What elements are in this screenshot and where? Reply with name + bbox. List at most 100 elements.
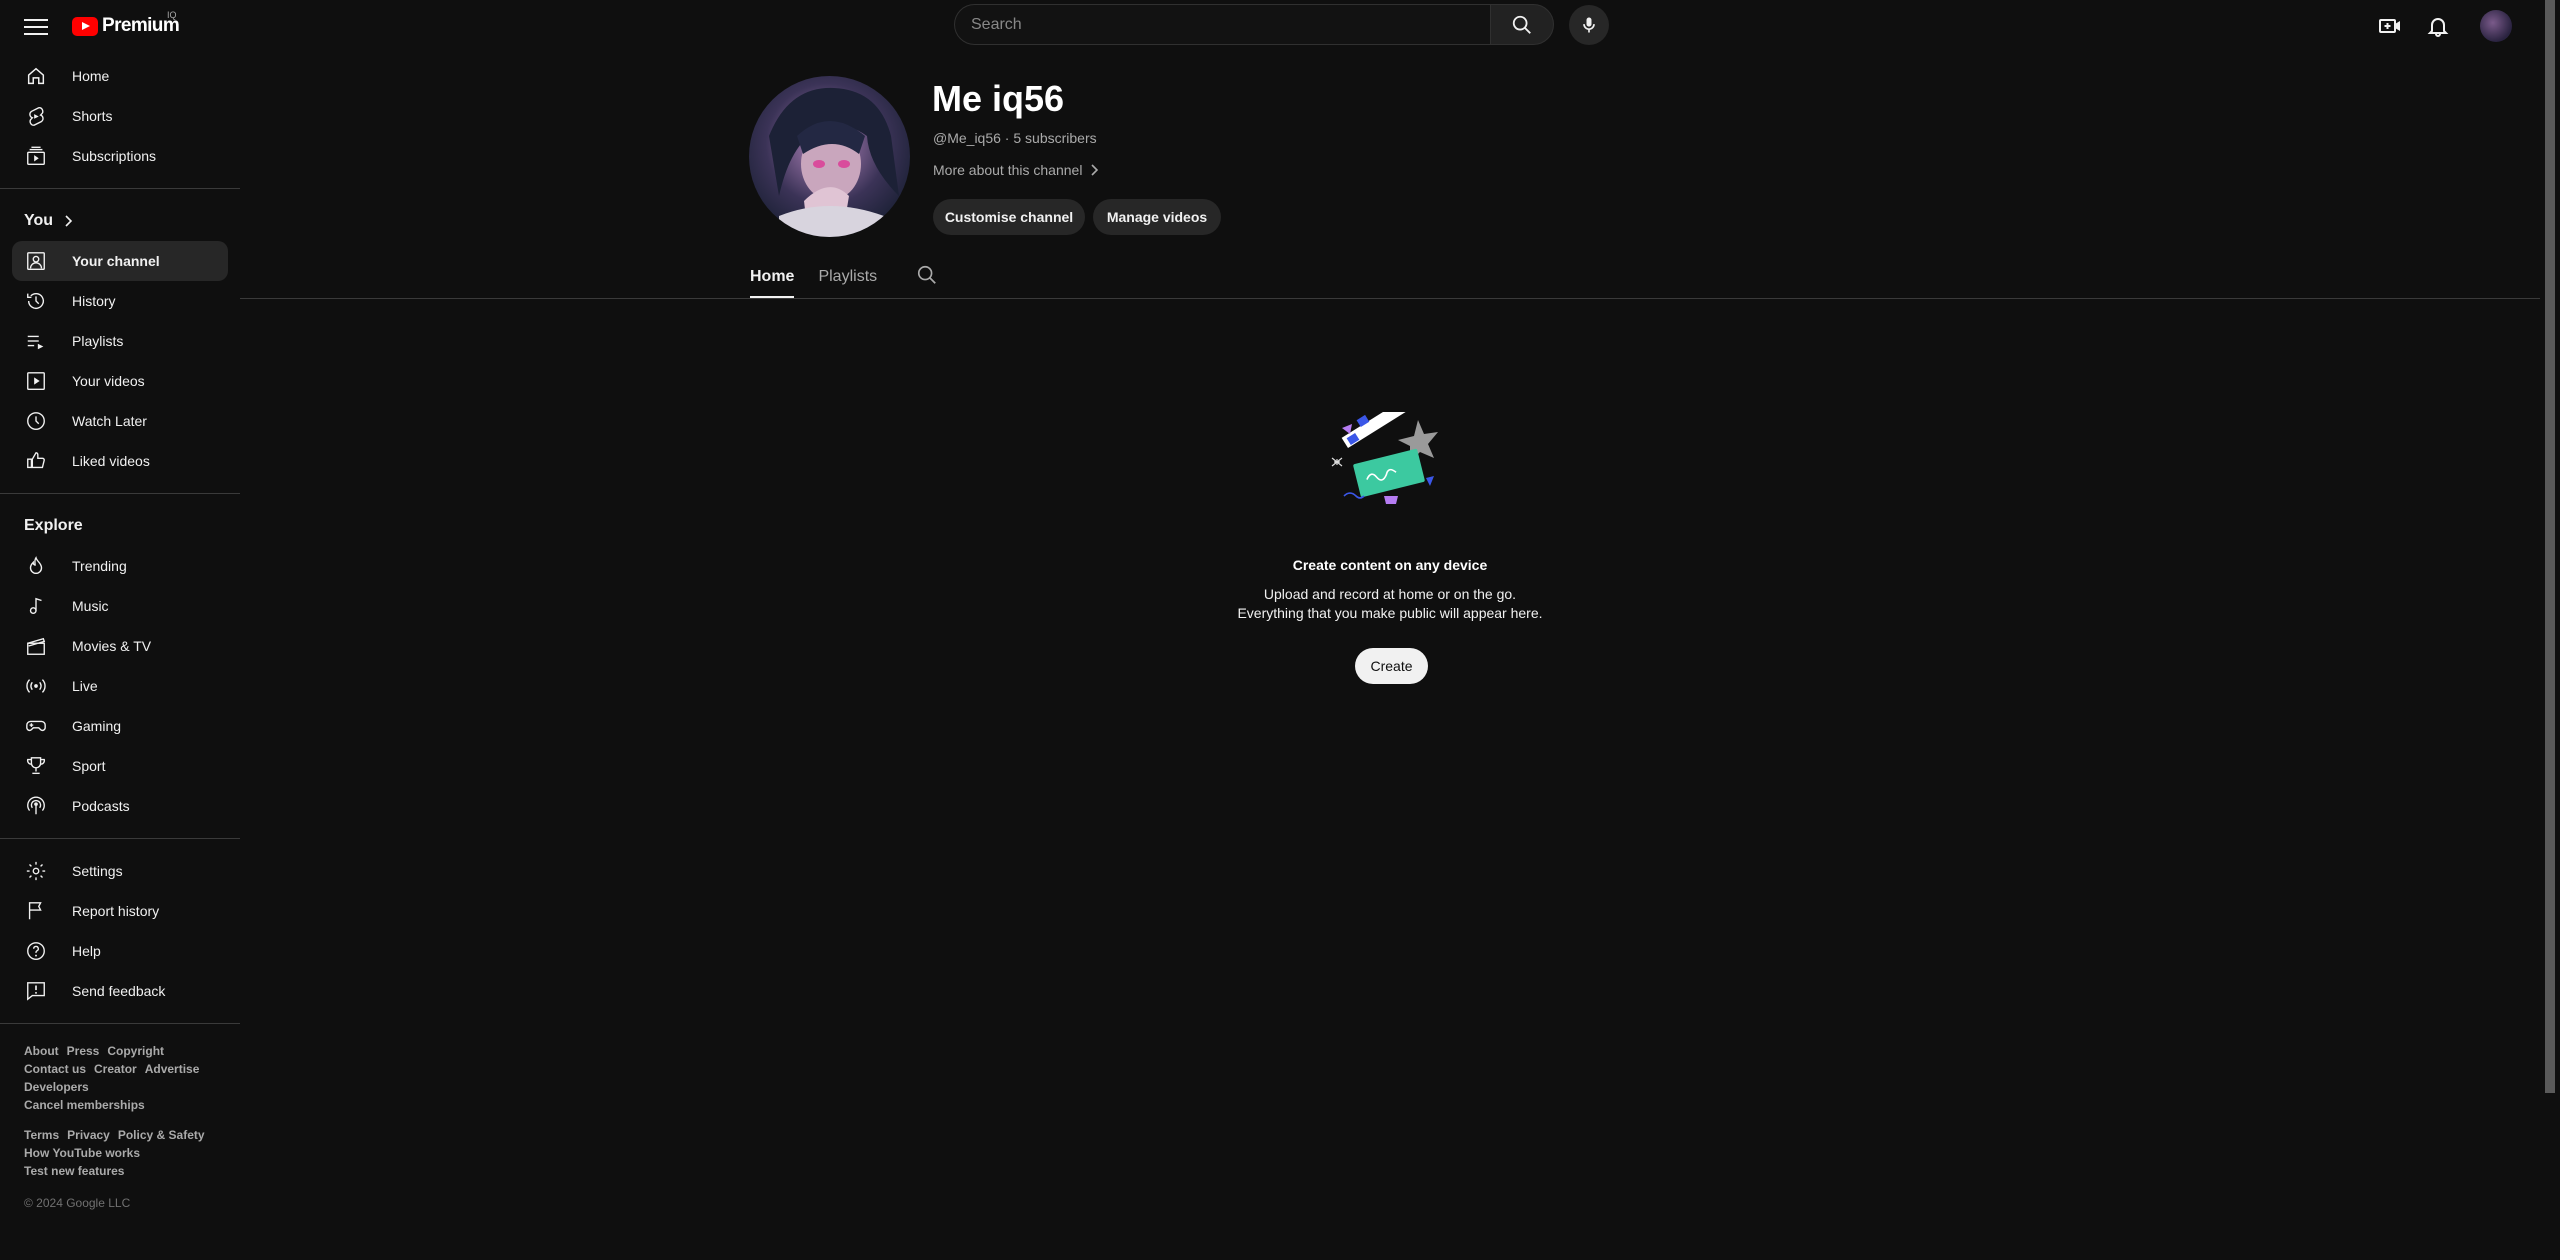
empty-state-description: Upload and record at home or on the go. … <box>1130 585 1650 623</box>
create-video-button[interactable] <box>2373 9 2407 43</box>
sidebar-item-label: Gaming <box>72 718 122 734</box>
playlists-icon <box>24 329 48 353</box>
sidebar-item-music[interactable]: Music <box>12 586 228 626</box>
movies-icon <box>24 634 48 658</box>
trophy-icon <box>24 754 48 778</box>
footer-link[interactable]: How YouTube works <box>24 1144 140 1162</box>
logo-country-code: IQ <box>167 10 177 20</box>
sidebar-item-label: Live <box>72 678 98 694</box>
sidebar-item-label: Podcasts <box>72 798 130 814</box>
sidebar-item-report-history[interactable]: Report history <box>12 891 228 931</box>
customise-channel-button[interactable]: Customise channel <box>933 199 1085 235</box>
sidebar-divider <box>0 838 240 839</box>
footer-link[interactable]: Copyright <box>107 1042 164 1060</box>
sidebar-divider <box>0 1023 240 1024</box>
sidebar-item-help[interactable]: Help <box>12 931 228 971</box>
notifications-button[interactable] <box>2421 9 2455 43</box>
history-icon <box>24 289 48 313</box>
sidebar-item-home[interactable]: Home <box>12 56 228 96</box>
footer-link[interactable]: About <box>24 1042 59 1060</box>
your-channel-icon <box>24 249 48 273</box>
tab-playlists[interactable]: Playlists <box>818 256 877 298</box>
section-title: Explore <box>24 517 83 534</box>
sidebar-item-label: Subscriptions <box>72 148 157 164</box>
empty-state-line: Upload and record at home or on the go. <box>1263 586 1517 602</box>
channel-avatar[interactable] <box>749 76 910 237</box>
live-icon <box>24 674 48 698</box>
footer-link[interactable]: Cancel memberships <box>24 1096 145 1114</box>
youtube-logo[interactable]: Premium IQ <box>72 10 180 40</box>
sidebar-item-shorts[interactable]: Shorts <box>12 96 228 136</box>
footer-link[interactable]: Developers <box>24 1078 89 1096</box>
help-icon <box>24 939 48 963</box>
sidebar-item-label: Send feedback <box>72 983 166 999</box>
voice-search-button[interactable] <box>1569 5 1609 45</box>
sidebar-item-watch-later[interactable]: Watch Later <box>12 401 228 441</box>
menu-icon[interactable] <box>22 14 50 38</box>
podcasts-icon <box>24 794 48 818</box>
sidebar-item-gaming[interactable]: Gaming <box>12 706 228 746</box>
sidebar-item-live[interactable]: Live <box>12 666 228 706</box>
search-button[interactable] <box>1490 4 1554 45</box>
create-button[interactable]: Create <box>1355 648 1428 684</box>
footer-link[interactable]: Policy & Safety <box>118 1126 205 1144</box>
sidebar-item-subscriptions[interactable]: Subscriptions <box>12 136 228 176</box>
subscriptions-icon <box>24 144 48 168</box>
sidebar-item-label: Movies & TV <box>72 638 152 654</box>
footer-link[interactable]: Terms <box>24 1126 59 1144</box>
more-about-channel-link[interactable]: More about this channel <box>933 162 1100 178</box>
sidebar-item-label: Liked videos <box>72 453 150 469</box>
sidebar-item-label: Your channel <box>72 253 160 269</box>
footer-link[interactable]: Test new features <box>24 1162 124 1180</box>
sidebar-item-send-feedback[interactable]: Send feedback <box>12 971 228 1011</box>
footer-links-secondary: Terms Privacy Policy & Safety How YouTube … <box>0 1126 240 1180</box>
sidebar-item-your-channel[interactable]: Your channel <box>12 241 228 281</box>
sidebar-item-label: Shorts <box>72 108 113 124</box>
channel-search-button[interactable] <box>916 264 940 288</box>
sidebar-divider <box>0 188 240 189</box>
sidebar-item-liked-videos[interactable]: Liked videos <box>12 441 228 481</box>
chevron-right-icon <box>65 215 73 227</box>
sidebar-item-sport[interactable]: Sport <box>12 746 228 786</box>
sidebar-item-playlists[interactable]: Playlists <box>12 321 228 361</box>
music-icon <box>24 594 48 618</box>
channel-avatar-image <box>769 87 899 237</box>
sidebar-item-your-videos[interactable]: Your videos <box>12 361 228 401</box>
sidebar-item-movies-tv[interactable]: Movies & TV <box>12 626 228 666</box>
account-avatar[interactable] <box>2480 10 2512 42</box>
sidebar-item-podcasts[interactable]: Podcasts <box>12 786 228 826</box>
microphone-icon <box>1583 17 1595 33</box>
watch-later-icon <box>24 409 48 433</box>
sidebar-item-trending[interactable]: Trending <box>12 546 228 586</box>
channel-handle-subscribers: @Me_iq56 · 5 subscribers <box>933 130 1097 146</box>
footer-link[interactable]: Contact us <box>24 1060 86 1078</box>
sidebar-item-label: History <box>72 293 116 309</box>
sidebar-you-header[interactable]: You <box>0 201 240 241</box>
flag-icon <box>24 899 48 923</box>
channel-name: Me iq56 <box>932 78 1065 119</box>
tabs-divider <box>240 298 2540 299</box>
sidebar-item-label: Playlists <box>72 333 124 349</box>
sidebar-item-history[interactable]: History <box>12 281 228 321</box>
create-video-icon <box>2379 19 2400 33</box>
liked-videos-icon <box>24 449 48 473</box>
footer-link[interactable]: Creator <box>94 1060 137 1078</box>
manage-videos-button[interactable]: Manage videos <box>1093 199 1221 235</box>
feedback-icon <box>24 979 48 1003</box>
sidebar-item-label: Report history <box>72 903 160 919</box>
search-input[interactable] <box>954 4 1490 45</box>
home-icon <box>24 64 48 88</box>
tab-home[interactable]: Home <box>750 256 795 298</box>
sidebar: Home Shorts Subscriptions You Your chann… <box>0 56 240 1210</box>
chevron-right-icon <box>1091 164 1099 176</box>
footer-link[interactable]: Advertise <box>145 1060 200 1078</box>
sidebar-divider <box>0 493 240 494</box>
search-icon <box>1512 15 1531 34</box>
sidebar-item-settings[interactable]: Settings <box>12 851 228 891</box>
trending-icon <box>24 554 48 578</box>
more-about-label: More about this channel <box>933 162 1083 178</box>
empty-state-title: Create content on any device <box>1292 557 1488 573</box>
footer-link[interactable]: Press <box>67 1042 100 1060</box>
page-scrollbar[interactable] <box>2545 0 2555 1093</box>
footer-link[interactable]: Privacy <box>67 1126 110 1144</box>
